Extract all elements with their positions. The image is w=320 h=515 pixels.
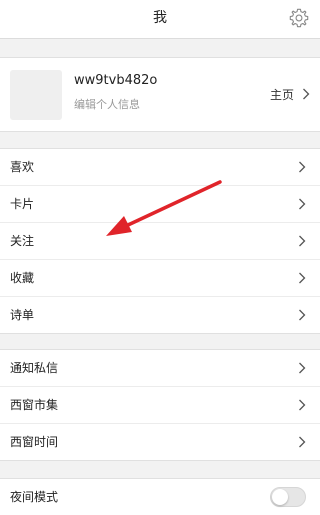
menu-item-label: 诗单 <box>10 308 35 322</box>
menu-group-services: 通知私信 西窗市集 西窗时间 <box>0 349 320 461</box>
chevron-right-icon <box>299 362 306 374</box>
menu-item-label: 西窗时间 <box>10 435 59 449</box>
chevron-right-icon <box>299 198 306 210</box>
top-bar: 我 <box>0 0 320 39</box>
edit-profile-link[interactable]: 编辑个人信息 <box>74 96 140 112</box>
page-title: 我 <box>153 10 167 26</box>
menu-item-label: 收藏 <box>10 271 35 285</box>
menu-item-likes[interactable]: 喜欢 <box>0 149 320 186</box>
chevron-right-icon <box>299 272 306 284</box>
toggle-knob <box>272 489 288 505</box>
menu-item-time[interactable]: 西窗时间 <box>0 424 320 460</box>
homepage-link[interactable]: 主页 <box>270 84 310 104</box>
chevron-right-icon <box>299 235 306 247</box>
menu-item-label: 喜欢 <box>10 160 35 174</box>
menu-item-label: 关注 <box>10 234 35 248</box>
gear-icon[interactable] <box>288 7 310 29</box>
night-mode-toggle[interactable] <box>270 487 306 507</box>
menu-group-content: 喜欢 卡片 关注 收藏 诗单 <box>0 148 320 334</box>
menu-item-notifications[interactable]: 通知私信 <box>0 350 320 387</box>
chevron-right-icon <box>299 436 306 448</box>
menu-item-label: 西窗市集 <box>10 398 59 412</box>
chevron-right-icon <box>299 399 306 411</box>
chevron-right-icon <box>299 161 306 173</box>
menu-item-night-mode: 夜间模式 <box>0 479 320 515</box>
menu-item-label: 夜间模式 <box>10 490 59 504</box>
menu-item-label: 卡片 <box>10 197 35 211</box>
profile-card[interactable]: ww9tvb482o 编辑个人信息 主页 <box>0 57 320 132</box>
homepage-label: 主页 <box>269 87 294 102</box>
menu-item-favorites[interactable]: 收藏 <box>0 260 320 297</box>
menu-item-label: 通知私信 <box>10 361 59 375</box>
chevron-right-icon <box>299 309 306 321</box>
username: ww9tvb482o <box>74 73 158 88</box>
menu-item-market[interactable]: 西窗市集 <box>0 387 320 424</box>
avatar[interactable] <box>10 70 62 120</box>
menu-item-poem-lists[interactable]: 诗单 <box>0 297 320 333</box>
menu-item-cards[interactable]: 卡片 <box>0 186 320 223</box>
menu-group-settings: 夜间模式 <box>0 478 320 515</box>
chevron-right-icon <box>303 88 310 100</box>
menu-item-follow[interactable]: 关注 <box>0 223 320 260</box>
